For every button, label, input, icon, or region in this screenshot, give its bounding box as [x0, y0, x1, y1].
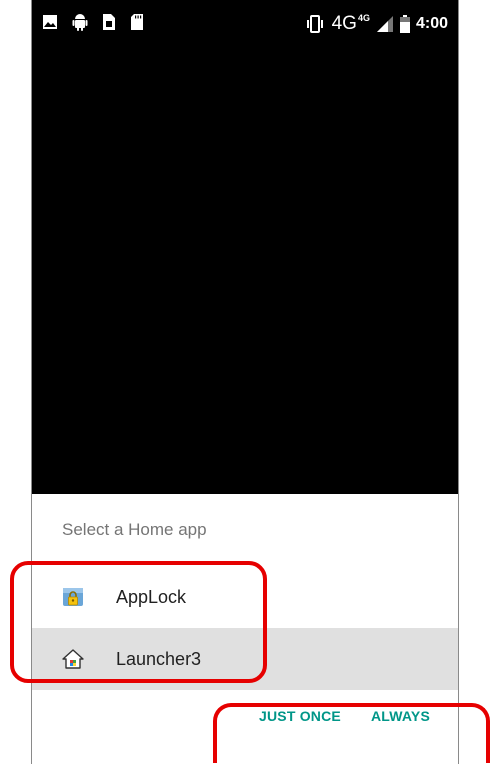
app-label-applock: AppLock [116, 586, 187, 607]
android-icon [72, 13, 88, 31]
network-type: 4G4G [332, 13, 370, 35]
notification-icons [42, 13, 144, 31]
home-app-chooser: Select a Home app AppLock Launcher3 JUST… [32, 494, 458, 764]
network-label: 4G [331, 13, 357, 34]
signal-icon [376, 15, 394, 33]
app-option-launcher3[interactable]: Launcher3 [32, 628, 458, 690]
status-bar: 4G4G 4:00 [32, 0, 458, 56]
just-once-button[interactable]: JUST ONCE [259, 708, 341, 724]
dialog-title: Select a Home app [62, 520, 207, 539]
page: 4G4G 4:00 Select a Home app AppLock Laun… [0, 0, 491, 764]
vibrate-icon [304, 15, 326, 33]
system-icons: 4G4G 4:00 [304, 13, 448, 35]
image-icon [42, 14, 58, 30]
sd-card-icon [130, 13, 144, 31]
always-button[interactable]: ALWAYS [371, 708, 430, 724]
phone-screen: 4G4G 4:00 Select a Home app AppLock Laun… [31, 0, 459, 764]
dialog-actions: JUST ONCE ALWAYS [259, 708, 430, 724]
app-label-launcher3: Launcher3 [116, 648, 202, 669]
battery-icon [399, 15, 410, 33]
clock: 4:00 [415, 15, 448, 32]
sim-card-icon [102, 13, 116, 31]
network-superscript: 4G [357, 13, 370, 23]
applock-icon [62, 586, 84, 608]
home-icon [62, 648, 84, 670]
app-option-applock[interactable]: AppLock [32, 566, 458, 628]
